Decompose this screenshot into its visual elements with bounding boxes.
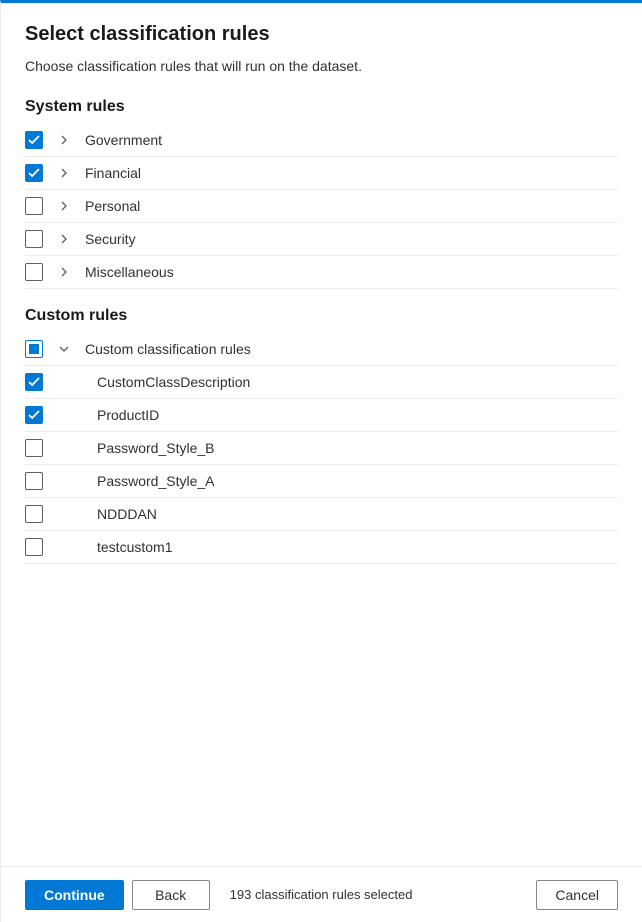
system-rules-heading: System rules xyxy=(25,98,618,116)
checkbox-custom-group[interactable] xyxy=(25,340,43,358)
chevron-right-icon[interactable] xyxy=(57,234,71,244)
rule-label: ProductID xyxy=(97,407,159,423)
rule-label: Miscellaneous xyxy=(85,264,174,280)
checkbox-password-style-b[interactable] xyxy=(25,439,43,457)
rule-row-productid[interactable]: ProductID xyxy=(25,399,618,432)
rule-label: Password_Style_B xyxy=(97,440,215,456)
checkbox-miscellaneous[interactable] xyxy=(25,263,43,281)
checkbox-productid[interactable] xyxy=(25,406,43,424)
rule-label: Financial xyxy=(85,165,141,181)
chevron-right-icon[interactable] xyxy=(57,168,71,178)
rule-row-ndddan[interactable]: NDDDAN xyxy=(25,498,618,531)
checkbox-personal[interactable] xyxy=(25,197,43,215)
rule-row-personal[interactable]: Personal xyxy=(25,190,618,223)
rule-label: NDDDAN xyxy=(97,506,157,522)
rule-row-customclassdescription[interactable]: CustomClassDescription xyxy=(25,366,618,399)
checkbox-security[interactable] xyxy=(25,230,43,248)
custom-rules-heading: Custom rules xyxy=(25,307,618,325)
rule-label: Custom classification rules xyxy=(85,341,251,357)
rule-label: Personal xyxy=(85,198,140,214)
rule-row-password-style-a[interactable]: Password_Style_A xyxy=(25,465,618,498)
page-subtitle: Choose classification rules that will ru… xyxy=(25,58,618,74)
rule-row-government[interactable]: Government xyxy=(25,124,618,157)
chevron-down-icon[interactable] xyxy=(57,344,71,354)
page-title: Select classification rules xyxy=(25,23,618,46)
chevron-right-icon[interactable] xyxy=(57,135,71,145)
rule-row-miscellaneous[interactable]: Miscellaneous xyxy=(25,256,618,289)
rule-label: testcustom1 xyxy=(97,539,172,555)
system-rules-list: Government Financial Personal xyxy=(25,124,618,289)
checkbox-financial[interactable] xyxy=(25,164,43,182)
rule-row-password-style-b[interactable]: Password_Style_B xyxy=(25,432,618,465)
rule-row-custom-group[interactable]: Custom classification rules xyxy=(25,333,618,366)
back-button[interactable]: Back xyxy=(132,880,210,910)
cancel-button[interactable]: Cancel xyxy=(536,880,618,910)
chevron-right-icon[interactable] xyxy=(57,201,71,211)
footer-bar: Continue Back 193 classification rules s… xyxy=(1,866,642,922)
checkbox-password-style-a[interactable] xyxy=(25,472,43,490)
checkbox-testcustom1[interactable] xyxy=(25,538,43,556)
rule-label: CustomClassDescription xyxy=(97,374,250,390)
chevron-right-icon[interactable] xyxy=(57,267,71,277)
rule-label: Government xyxy=(85,132,162,148)
checkbox-ndddan[interactable] xyxy=(25,505,43,523)
panel-body: Select classification rules Choose class… xyxy=(1,3,642,866)
rule-row-financial[interactable]: Financial xyxy=(25,157,618,190)
rule-row-testcustom1[interactable]: testcustom1 xyxy=(25,531,618,564)
rule-label: Security xyxy=(85,231,136,247)
rule-label: Password_Style_A xyxy=(97,473,215,489)
custom-rules-list: Custom classification rules CustomClassD… xyxy=(25,333,618,564)
checkbox-customclassdescription[interactable] xyxy=(25,373,43,391)
rule-row-security[interactable]: Security xyxy=(25,223,618,256)
continue-button[interactable]: Continue xyxy=(25,880,124,910)
checkbox-government[interactable] xyxy=(25,131,43,149)
selection-status: 193 classification rules selected xyxy=(230,887,413,902)
